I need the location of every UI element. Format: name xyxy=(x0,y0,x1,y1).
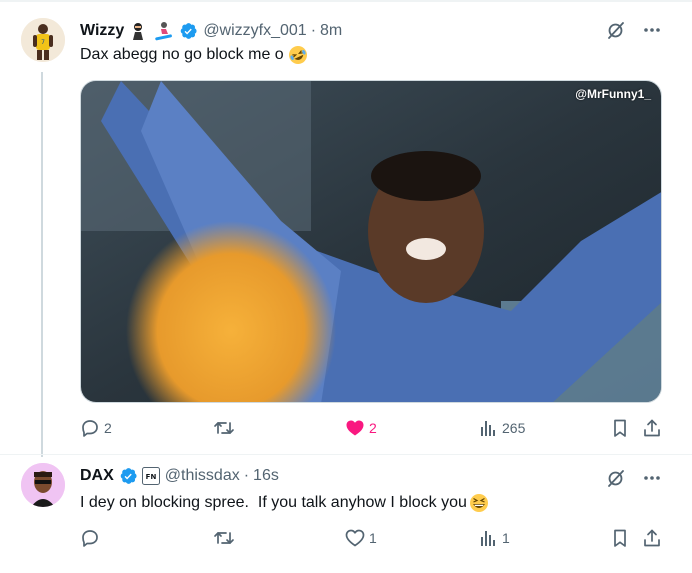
laughing-emoji-icon xyxy=(288,45,308,65)
views-button[interactable]: 1 xyxy=(478,528,510,548)
views-icon xyxy=(481,421,495,436)
reply-icon xyxy=(82,420,98,437)
tweet-text-body: I dey on blocking spree. If you talk any… xyxy=(80,494,467,511)
tweet-text: I dey on blocking spree. If you talk any… xyxy=(80,493,489,513)
tweet-actions: 2 2 265 xyxy=(80,418,662,442)
ninja-emoji-icon xyxy=(128,21,148,41)
more-options-icon[interactable] xyxy=(642,20,662,40)
reply-count: 2 xyxy=(104,420,112,436)
svg-text:7: 7 xyxy=(41,39,45,46)
tweet-header: Wizzy @wizzyfx_001 · 8m xyxy=(80,20,342,42)
views-button[interactable]: 265 xyxy=(478,418,525,438)
reply-button[interactable]: 2 xyxy=(80,418,112,438)
share-icon xyxy=(644,529,660,547)
grok-icon[interactable] xyxy=(606,20,626,40)
tweet-dax[interactable]: DAX FN @thissdax · 16s I dey on blocking… xyxy=(0,455,692,573)
grinning-squinting-emoji-icon xyxy=(469,493,489,513)
avatar[interactable] xyxy=(21,463,65,507)
grok-icon[interactable] xyxy=(606,468,626,488)
views-count: 1 xyxy=(502,530,510,546)
retweet-icon xyxy=(214,532,234,544)
separator-dot: · xyxy=(310,22,317,39)
verified-badge-icon[interactable] xyxy=(178,21,198,41)
bookmark-icon xyxy=(614,419,626,437)
tweet-wizzy[interactable]: 7 Wizzy @wizzyfx_001 · 8m Dax abegg no g… xyxy=(0,0,692,454)
like-count: 2 xyxy=(369,420,377,436)
snowboarder-emoji-icon xyxy=(152,21,174,41)
display-name[interactable]: DAX xyxy=(80,467,114,485)
retweet-button[interactable] xyxy=(213,418,239,438)
verified-badge-icon[interactable] xyxy=(118,466,138,486)
user-handle[interactable]: @wizzyfx_001 xyxy=(203,22,306,40)
tweet-text: Dax abegg no go block me o xyxy=(80,45,308,65)
views-count: 265 xyxy=(502,420,526,436)
like-count: 1 xyxy=(369,530,377,546)
bookmark-button[interactable] xyxy=(610,418,630,438)
tweet-top-actions xyxy=(606,20,662,40)
share-button[interactable] xyxy=(642,528,662,548)
retweet-button[interactable] xyxy=(213,528,239,548)
tweet-header: DAX FN @thissdax · 16s xyxy=(80,465,279,487)
tweet-actions: 1 1 xyxy=(80,528,662,552)
reply-icon xyxy=(82,530,98,547)
views-icon xyxy=(481,531,495,546)
share-icon xyxy=(644,419,660,437)
timestamp[interactable]: 8m xyxy=(320,22,342,40)
tweet-text-body: Dax abegg no go block me o xyxy=(80,46,284,63)
svg-text:FN: FN xyxy=(145,473,156,481)
reply-button[interactable] xyxy=(80,528,104,548)
separator-dot: · xyxy=(243,467,250,484)
display-name[interactable]: Wizzy xyxy=(80,22,124,40)
more-options-icon[interactable] xyxy=(642,468,662,488)
tweet-media-image[interactable]: @MrFunny1_ xyxy=(80,80,662,403)
bookmark-icon xyxy=(614,529,626,547)
bookmark-button[interactable] xyxy=(610,528,630,548)
affiliate-badge-icon[interactable]: FN xyxy=(141,467,160,485)
like-button[interactable]: 1 xyxy=(345,528,377,548)
like-button[interactable]: 2 xyxy=(345,418,377,438)
share-button[interactable] xyxy=(642,418,662,438)
media-watermark: @MrFunny1_ xyxy=(575,87,651,101)
heart-outline-icon xyxy=(345,529,365,547)
timestamp[interactable]: 16s xyxy=(253,467,279,485)
tweet-top-actions xyxy=(606,468,662,488)
retweet-icon xyxy=(214,422,234,434)
user-handle[interactable]: @thissdax xyxy=(165,467,240,485)
heart-filled-icon xyxy=(346,420,364,436)
avatar[interactable]: 7 xyxy=(21,18,65,62)
